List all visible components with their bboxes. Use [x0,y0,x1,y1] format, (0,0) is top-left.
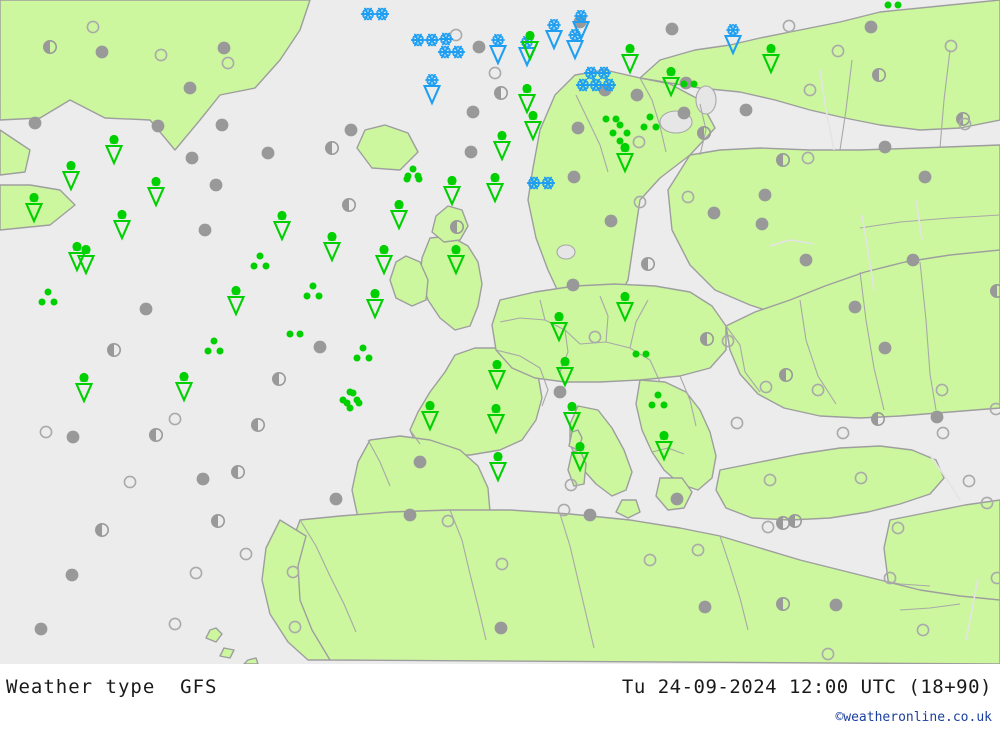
copyright-label: ©weatheronline.co.uk [835,710,992,725]
map-panel[interactable] [0,0,1000,664]
chart-title: Weather type GFS [6,676,218,698]
model-run-timestamp: Tu 24-09-2024 12:00 UTC (18+90) [621,676,992,698]
footer-bar: Weather type GFS Tu 24-09-2024 12:00 UTC… [0,664,1000,733]
weather-map-page: Weather type GFS Tu 24-09-2024 12:00 UTC… [0,0,1000,733]
weather-symbol-layer [0,0,1000,664]
